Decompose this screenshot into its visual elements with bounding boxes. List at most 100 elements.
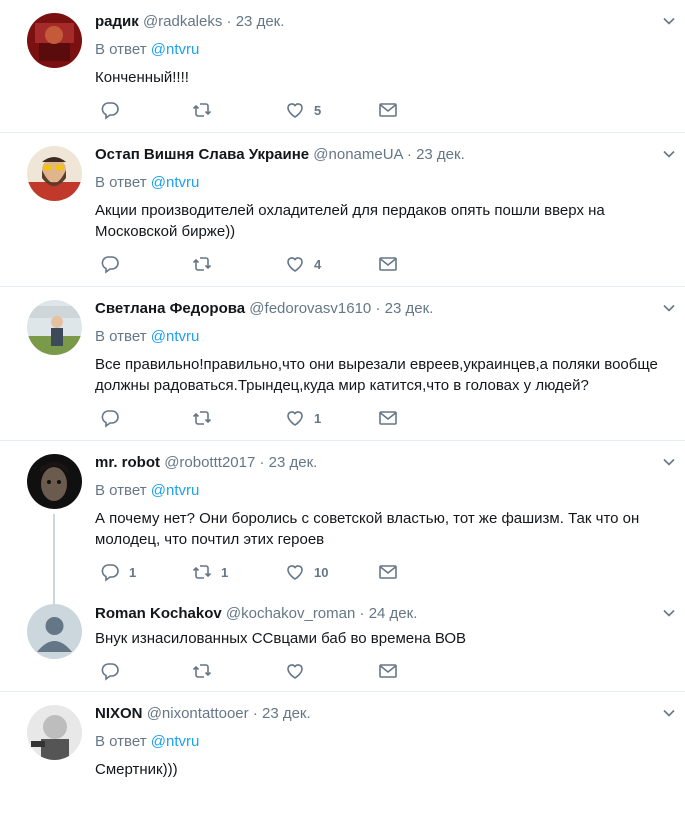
reply-mention-link[interactable]: @ntvru xyxy=(151,328,200,345)
heart-icon xyxy=(287,411,303,426)
direct-message-button[interactable] xyxy=(378,661,398,681)
tweet-item[interactable]: mr. robot @robottt2017 · 23 дек. В ответ… xyxy=(0,441,685,609)
reply-mention-link[interactable]: @ntvru xyxy=(151,41,200,58)
user-handle[interactable]: @kochakov_roman xyxy=(226,605,355,622)
reply-mention-link[interactable]: @ntvru xyxy=(151,733,200,750)
display-name[interactable]: NIXON xyxy=(95,705,143,722)
chevron-down-icon[interactable] xyxy=(662,301,676,315)
chevron-down-icon[interactable] xyxy=(662,14,676,28)
tweet-date[interactable]: 23 дек. xyxy=(269,454,318,471)
direct-message-button[interactable] xyxy=(378,254,398,274)
envelope-icon xyxy=(379,664,397,678)
tweet-date[interactable]: 23 дек. xyxy=(236,13,285,30)
like-button[interactable]: 4 xyxy=(285,254,321,274)
separator-dot: · xyxy=(252,705,258,722)
tweet-header: Светлана Федорова @fedorovasv1610 · 23 д… xyxy=(95,299,671,319)
tweet-actions: 1 1 10 xyxy=(95,550,671,594)
like-count: 4 xyxy=(314,256,322,272)
display-name[interactable]: mr. robot xyxy=(95,454,160,471)
like-button[interactable]: 10 xyxy=(285,562,328,582)
heart-icon xyxy=(287,565,303,580)
like-button[interactable]: 5 xyxy=(285,100,321,120)
chevron-down-icon[interactable] xyxy=(662,455,676,469)
tweet-actions xyxy=(95,649,671,691)
avatar[interactable] xyxy=(27,146,82,201)
tweet-date[interactable]: 23 дек. xyxy=(416,146,465,163)
chevron-down-icon[interactable] xyxy=(662,606,676,620)
user-handle[interactable]: @nonameUA xyxy=(313,146,402,163)
like-button[interactable]: 1 xyxy=(285,408,321,428)
envelope-icon xyxy=(379,411,397,425)
avatar[interactable] xyxy=(27,705,82,760)
tweet-item[interactable]: Roman Kochakov @kochakov_roman · 24 дек.… xyxy=(0,594,685,692)
avatar[interactable] xyxy=(27,300,82,355)
tweet-header: Остап Вишня Слава Украине @nonameUA · 23… xyxy=(95,145,671,165)
direct-message-button[interactable] xyxy=(378,562,398,582)
retweet-button[interactable] xyxy=(192,254,221,274)
user-handle[interactable]: @radkaleks xyxy=(143,13,222,30)
reply-button[interactable] xyxy=(100,661,129,681)
tweet-item[interactable]: NIXON @nixontattooer · 23 дек. В ответ @… xyxy=(0,692,685,780)
reply-mention-link[interactable]: @ntvru xyxy=(151,482,200,499)
heart-icon xyxy=(287,257,303,272)
tweet-date[interactable]: 23 дек. xyxy=(385,300,434,317)
display-name[interactable]: Остап Вишня Слава Украине xyxy=(95,146,309,163)
reply-prefix: В ответ xyxy=(95,328,147,345)
reply-context: В ответ @ntvru xyxy=(95,41,671,59)
envelope-icon xyxy=(379,565,397,579)
display-name[interactable]: Светлана Федорова xyxy=(95,300,245,317)
tweet-actions: 4 xyxy=(95,242,671,286)
tweet-date[interactable]: 23 дек. xyxy=(262,705,311,722)
like-count: 10 xyxy=(314,564,329,580)
reply-mention-link[interactable]: @ntvru xyxy=(151,174,200,191)
tweet-date[interactable]: 24 дек. xyxy=(369,605,418,622)
reply-button[interactable] xyxy=(100,408,129,428)
reply-count: 1 xyxy=(129,564,137,580)
retweet-button[interactable] xyxy=(192,661,221,681)
reply-button[interactable]: 1 xyxy=(100,562,136,582)
tweet-text: Смертник))) xyxy=(95,761,178,778)
direct-message-button[interactable] xyxy=(378,100,398,120)
tweet-header: NIXON @nixontattooer · 23 дек. xyxy=(95,704,671,724)
tweet-header: mr. robot @robottt2017 · 23 дек. xyxy=(95,453,671,473)
reply-button[interactable] xyxy=(100,100,129,120)
separator-dot: · xyxy=(259,454,265,471)
heart-icon xyxy=(287,103,303,118)
reply-icon xyxy=(101,102,119,120)
retweet-count: 1 xyxy=(221,564,229,580)
separator-dot: · xyxy=(359,605,365,622)
reply-prefix: В ответ xyxy=(95,482,147,499)
retweet-icon xyxy=(192,257,212,271)
avatar[interactable] xyxy=(27,604,82,659)
tweet-actions: 5 xyxy=(95,88,671,132)
reply-prefix: В ответ xyxy=(95,174,147,191)
reply-context: В ответ @ntvru xyxy=(95,174,671,192)
retweet-button[interactable] xyxy=(192,408,221,428)
like-count: 1 xyxy=(314,410,322,426)
user-handle[interactable]: @nixontattooer xyxy=(147,705,249,722)
tweet-text: Внук изнасилованных ССвцами баб во време… xyxy=(95,630,467,647)
reply-button[interactable] xyxy=(100,254,129,274)
retweet-button[interactable] xyxy=(192,100,221,120)
chevron-down-icon[interactable] xyxy=(662,706,676,720)
tweet-item[interactable]: Светлана Федорова @fedorovasv1610 · 23 д… xyxy=(0,287,685,441)
chevron-down-icon[interactable] xyxy=(662,147,676,161)
retweet-icon xyxy=(192,411,212,425)
tweet-text: Акции производителей охладителей для пер… xyxy=(95,202,605,240)
reply-icon xyxy=(101,663,119,681)
display-name[interactable]: радик xyxy=(95,13,139,30)
like-button[interactable] xyxy=(285,661,314,681)
tweet-item[interactable]: радик @radkaleks · 23 дек. В ответ @ntvr… xyxy=(0,0,685,133)
reply-context: В ответ @ntvru xyxy=(95,482,671,500)
display-name[interactable]: Roman Kochakov xyxy=(95,605,222,622)
reply-prefix: В ответ xyxy=(95,41,147,58)
direct-message-button[interactable] xyxy=(378,408,398,428)
tweet-actions: 1 xyxy=(95,396,671,440)
tweet-item[interactable]: Остап Вишня Слава Украине @nonameUA · 23… xyxy=(0,133,685,287)
avatar[interactable] xyxy=(27,13,82,68)
user-handle[interactable]: @fedorovasv1610 xyxy=(249,300,371,317)
user-handle[interactable]: @robottt2017 xyxy=(164,454,255,471)
retweet-button[interactable]: 1 xyxy=(192,562,228,582)
avatar[interactable] xyxy=(27,454,82,509)
reply-prefix: В ответ xyxy=(95,733,147,750)
